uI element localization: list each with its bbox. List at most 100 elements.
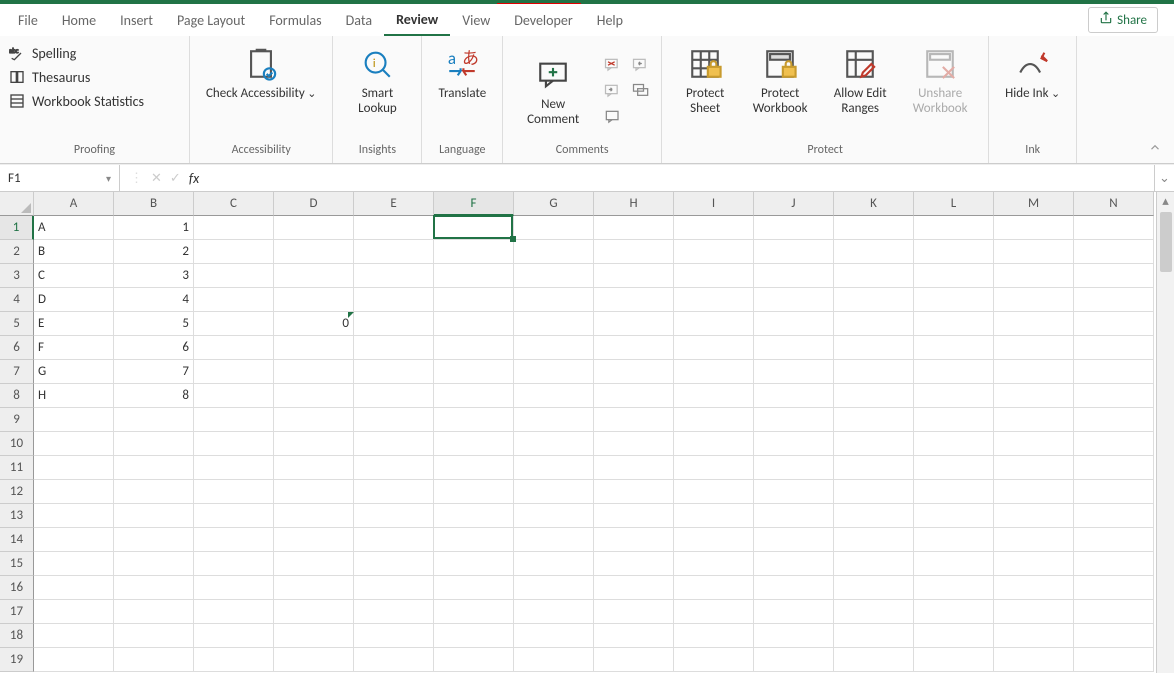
cell-B12[interactable] — [114, 480, 194, 504]
cell-H18[interactable] — [594, 624, 674, 648]
cell-J1[interactable] — [754, 216, 834, 240]
row-header-7[interactable]: 7 — [0, 360, 34, 384]
cell-G7[interactable] — [514, 360, 594, 384]
tab-help[interactable]: Help — [585, 6, 635, 35]
cell-K7[interactable] — [834, 360, 914, 384]
cell-M15[interactable] — [994, 552, 1074, 576]
column-header-N[interactable]: N — [1074, 192, 1154, 216]
column-header-D[interactable]: D — [274, 192, 354, 216]
prev-comment-button[interactable] — [629, 54, 653, 78]
cell-G8[interactable] — [514, 384, 594, 408]
cell-M16[interactable] — [994, 576, 1074, 600]
column-header-H[interactable]: H — [594, 192, 674, 216]
cell-M9[interactable] — [994, 408, 1074, 432]
cell-A13[interactable] — [34, 504, 114, 528]
name-box[interactable]: F1 ▾ — [0, 165, 120, 191]
cell-N4[interactable] — [1074, 288, 1154, 312]
cell-K4[interactable] — [834, 288, 914, 312]
cell-C10[interactable] — [194, 432, 274, 456]
cell-B19[interactable] — [114, 648, 194, 672]
column-header-C[interactable]: C — [194, 192, 274, 216]
cell-I8[interactable] — [674, 384, 754, 408]
cell-G12[interactable] — [514, 480, 594, 504]
cell-N2[interactable] — [1074, 240, 1154, 264]
cell-D8[interactable] — [274, 384, 354, 408]
cell-G15[interactable] — [514, 552, 594, 576]
allow-edit-ranges-button[interactable]: Allow Edit Ranges — [820, 42, 900, 120]
tab-developer[interactable]: Developer — [502, 6, 584, 35]
smart-lookup-button[interactable]: i Smart Lookup — [341, 42, 413, 120]
cell-C2[interactable] — [194, 240, 274, 264]
cell-M14[interactable] — [994, 528, 1074, 552]
cell-J10[interactable] — [754, 432, 834, 456]
cell-K8[interactable] — [834, 384, 914, 408]
row-headers[interactable]: 12345678910111213141516171819 — [0, 216, 34, 672]
cell-A2[interactable]: B — [34, 240, 114, 264]
cell-M6[interactable] — [994, 336, 1074, 360]
spelling-button[interactable]: abc Spelling — [8, 44, 144, 62]
cell-J17[interactable] — [754, 600, 834, 624]
cell-H9[interactable] — [594, 408, 674, 432]
cell-M5[interactable] — [994, 312, 1074, 336]
notes-button[interactable] — [601, 106, 625, 130]
row-header-1[interactable]: 1 — [0, 216, 34, 240]
cell-K5[interactable] — [834, 312, 914, 336]
cell-E15[interactable] — [354, 552, 434, 576]
cell-J16[interactable] — [754, 576, 834, 600]
cell-B10[interactable] — [114, 432, 194, 456]
cell-B8[interactable]: 8 — [114, 384, 194, 408]
cell-F16[interactable] — [434, 576, 514, 600]
column-header-J[interactable]: J — [754, 192, 834, 216]
share-button[interactable]: Share — [1088, 7, 1158, 33]
row-header-18[interactable]: 18 — [0, 624, 34, 648]
cell-N12[interactable] — [1074, 480, 1154, 504]
cell-F9[interactable] — [434, 408, 514, 432]
cell-H17[interactable] — [594, 600, 674, 624]
cell-A10[interactable] — [34, 432, 114, 456]
cell-E8[interactable] — [354, 384, 434, 408]
cell-D11[interactable] — [274, 456, 354, 480]
row-header-9[interactable]: 9 — [0, 408, 34, 432]
cell-B3[interactable]: 3 — [114, 264, 194, 288]
tab-insert[interactable]: Insert — [108, 6, 165, 35]
cell-E19[interactable] — [354, 648, 434, 672]
cell-H1[interactable] — [594, 216, 674, 240]
cell-H10[interactable] — [594, 432, 674, 456]
cell-D1[interactable] — [274, 216, 354, 240]
cell-D2[interactable] — [274, 240, 354, 264]
row-header-13[interactable]: 13 — [0, 504, 34, 528]
cell-I6[interactable] — [674, 336, 754, 360]
cell-F7[interactable] — [434, 360, 514, 384]
tab-view[interactable]: View — [450, 6, 502, 35]
cell-I17[interactable] — [674, 600, 754, 624]
cell-H2[interactable] — [594, 240, 674, 264]
cell-I10[interactable] — [674, 432, 754, 456]
cell-D10[interactable] — [274, 432, 354, 456]
cell-M11[interactable] — [994, 456, 1074, 480]
cell-A17[interactable] — [34, 600, 114, 624]
cell-M3[interactable] — [994, 264, 1074, 288]
cell-H16[interactable] — [594, 576, 674, 600]
cell-N17[interactable] — [1074, 600, 1154, 624]
cell-I4[interactable] — [674, 288, 754, 312]
cell-L4[interactable] — [914, 288, 994, 312]
cell-J15[interactable] — [754, 552, 834, 576]
tab-file[interactable]: File — [6, 6, 50, 35]
scroll-up-icon[interactable]: ▴ — [1162, 192, 1169, 210]
cell-L14[interactable] — [914, 528, 994, 552]
new-comment-button[interactable]: New Comment — [511, 53, 595, 131]
cell-F17[interactable] — [434, 600, 514, 624]
cell-L6[interactable] — [914, 336, 994, 360]
cell-L18[interactable] — [914, 624, 994, 648]
cell-C17[interactable] — [194, 600, 274, 624]
column-header-A[interactable]: A — [34, 192, 114, 216]
cell-I2[interactable] — [674, 240, 754, 264]
row-header-8[interactable]: 8 — [0, 384, 34, 408]
tab-formulas[interactable]: Formulas — [257, 6, 333, 35]
cell-G13[interactable] — [514, 504, 594, 528]
cell-K12[interactable] — [834, 480, 914, 504]
cell-A4[interactable]: D — [34, 288, 114, 312]
cell-H11[interactable] — [594, 456, 674, 480]
cell-B11[interactable] — [114, 456, 194, 480]
cell-N16[interactable] — [1074, 576, 1154, 600]
